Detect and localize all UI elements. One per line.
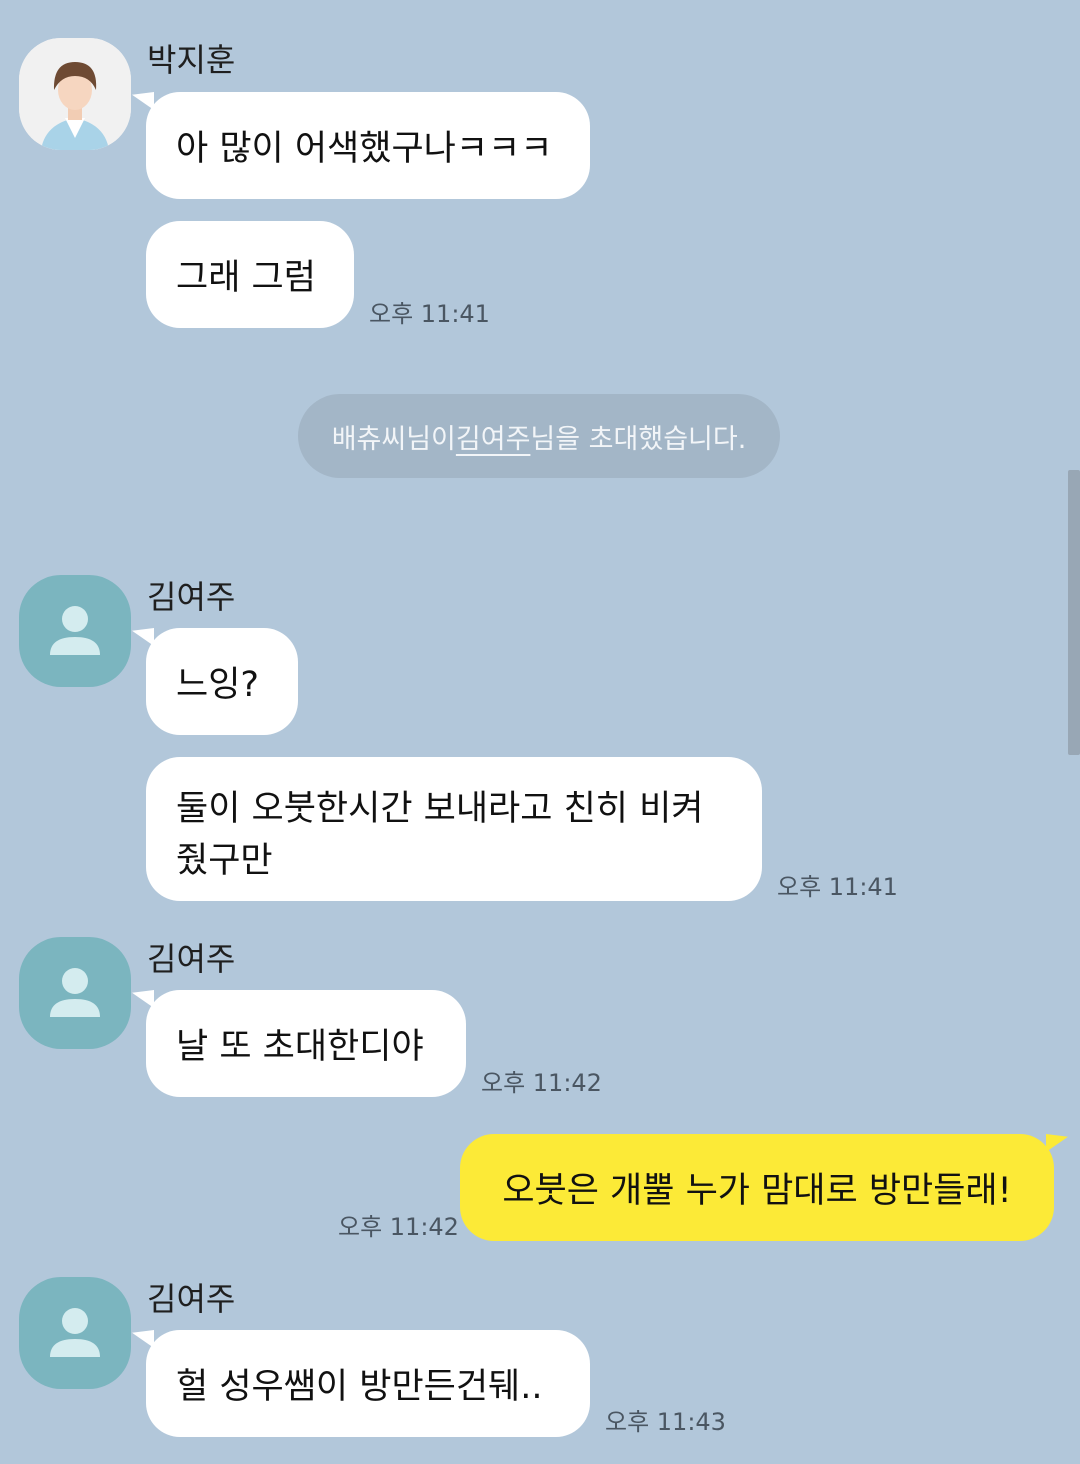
- avatar-park-jihoon[interactable]: [19, 38, 131, 150]
- sender-name: 김여주: [147, 578, 236, 616]
- message-bubble[interactable]: 아 많이 어색했구나ㅋㅋㅋ: [132, 92, 590, 199]
- default-person-icon: [50, 1308, 100, 1357]
- message-time: 오후 11:41: [369, 300, 490, 328]
- sender-name: 박지훈: [147, 41, 236, 79]
- bubble-tail: [132, 1330, 154, 1348]
- bubble-tail: [132, 92, 154, 110]
- message-text: 오붓은 개뿔 누가 맘대로 방만들래!: [502, 1171, 1012, 1211]
- message-time: 오후 11:42: [481, 1069, 602, 1097]
- scrollbar[interactable]: [1068, 470, 1080, 755]
- profile-photo-icon: [19, 38, 131, 150]
- message-text: 날 또 초대한디야: [176, 1027, 424, 1067]
- message-time: 오후 11:42: [338, 1213, 459, 1241]
- my-message-bubble[interactable]: 오붓은 개뿔 누가 맘대로 방만들래!: [460, 1134, 1068, 1241]
- message-text: 아 많이 어색했구나ㅋㅋㅋ: [176, 129, 553, 169]
- message-text: 둘이 오붓한시간 보내라고 친히 비켜줬구만: [176, 789, 704, 881]
- message-text: 그래 그럼: [176, 258, 316, 298]
- avatar-kim-yeoju[interactable]: [19, 937, 131, 1049]
- default-person-icon: [50, 606, 100, 655]
- notice-suffix: 님을 초대했습니다.: [530, 423, 747, 455]
- notice-inviter: 배츄씨님이: [331, 423, 456, 455]
- message-bubble[interactable]: 헐 성우쌤이 방만든건뒈..: [132, 1330, 590, 1437]
- message-bubble[interactable]: 날 또 초대한디야: [132, 990, 466, 1097]
- default-person-icon: [50, 968, 100, 1017]
- invitee-link[interactable]: 김여주: [456, 417, 531, 456]
- sender-name: 김여주: [147, 940, 236, 978]
- bubble-tail: [132, 628, 154, 646]
- message-bubble[interactable]: 둘이 오붓한시간 보내라고 친히 비켜줬구만: [146, 757, 762, 901]
- bubble-tail: [132, 990, 154, 1008]
- bubble-tail: [1046, 1134, 1068, 1152]
- message-bubble[interactable]: 느잉?: [132, 628, 298, 735]
- message-bubble[interactable]: 그래 그럼: [146, 221, 354, 328]
- message-text: 느잉?: [176, 665, 259, 705]
- avatar-kim-yeoju[interactable]: [19, 1277, 131, 1389]
- sender-name: 김여주: [147, 1280, 236, 1318]
- message-time: 오후 11:43: [605, 1408, 726, 1436]
- message-time: 오후 11:41: [777, 873, 898, 901]
- message-text: 헐 성우쌤이 방만든건뒈..: [176, 1367, 543, 1407]
- avatar-kim-yeoju[interactable]: [19, 575, 131, 687]
- system-notice: 배츄씨님이 김여주 님을 초대했습니다.: [298, 394, 780, 478]
